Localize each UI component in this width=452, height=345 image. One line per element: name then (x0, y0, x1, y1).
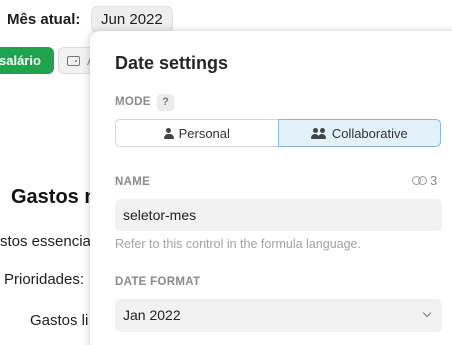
date-format-label: DATE FORMAT (115, 276, 201, 288)
people-icon (310, 127, 327, 139)
reference-count-value: 3 (430, 173, 438, 188)
name-label: NAME (115, 176, 151, 188)
row-label: Gastos li (30, 312, 89, 329)
current-month-label: Mês atual: (7, 11, 81, 28)
salary-button[interactable]: salário (0, 47, 54, 74)
help-icon[interactable]: ? (157, 94, 174, 111)
section-heading: Gastos m (11, 186, 103, 208)
date-format-select[interactable]: Jan 2022 (115, 299, 442, 332)
chevron-down-icon (422, 308, 432, 318)
panel-title: Date settings (115, 53, 229, 73)
month-picker-button[interactable]: Jun 2022 (91, 6, 173, 33)
mode-toggle: Personal Collaborative (115, 119, 441, 147)
reference-count[interactable]: 3 (412, 173, 437, 188)
mode-option-label: Personal (178, 125, 230, 141)
link-icon (412, 176, 427, 185)
name-input[interactable]: seletor-mes (115, 199, 442, 231)
row-label: stos essencia (0, 233, 91, 250)
mode-option-personal[interactable]: Personal (115, 119, 278, 147)
name-hint: Refer to this control in the formula lan… (115, 237, 361, 251)
mode-option-label: Collaborative (331, 125, 408, 141)
mode-label: MODE (115, 96, 151, 108)
date-format-value: Jan 2022 (123, 307, 181, 323)
person-icon (163, 127, 174, 139)
row-label: Prioridades: (4, 271, 85, 288)
date-settings-panel: Date settings MODE ? Personal Collaborat… (90, 31, 452, 345)
mode-option-collaborative[interactable]: Collaborative (277, 119, 441, 147)
wallet-icon (67, 56, 80, 66)
